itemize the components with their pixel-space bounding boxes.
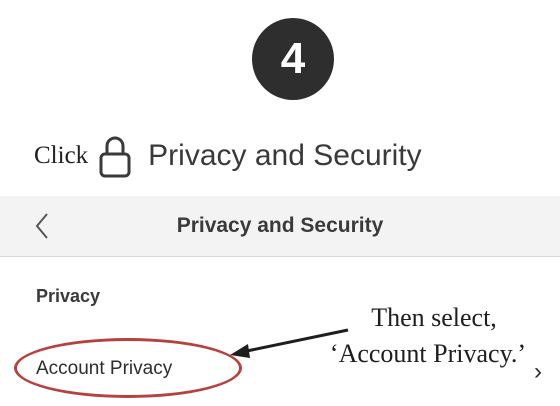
callout-line1: Then select, [371, 303, 497, 332]
section-header-privacy: Privacy [36, 286, 101, 306]
lock-icon [98, 134, 132, 178]
step-number: 4 [280, 34, 306, 83]
chevron-right-icon[interactable]: › [534, 358, 542, 386]
callout-annotation: Then select, ‘Account Privacy.’ [314, 300, 554, 372]
callout-line2: ‘Account Privacy.’ [329, 339, 527, 368]
instruction-prefix: Click [34, 142, 89, 169]
instruction-row: Click Privacy and Security [34, 128, 422, 184]
navigation-bar: Privacy and Security [0, 196, 560, 257]
step-number-badge: 4 [252, 18, 334, 100]
list-item-account-privacy[interactable]: Account Privacy [36, 358, 172, 380]
page-title: Privacy and Security [176, 214, 384, 237]
instruction-setting-name: Privacy and Security [148, 139, 422, 172]
